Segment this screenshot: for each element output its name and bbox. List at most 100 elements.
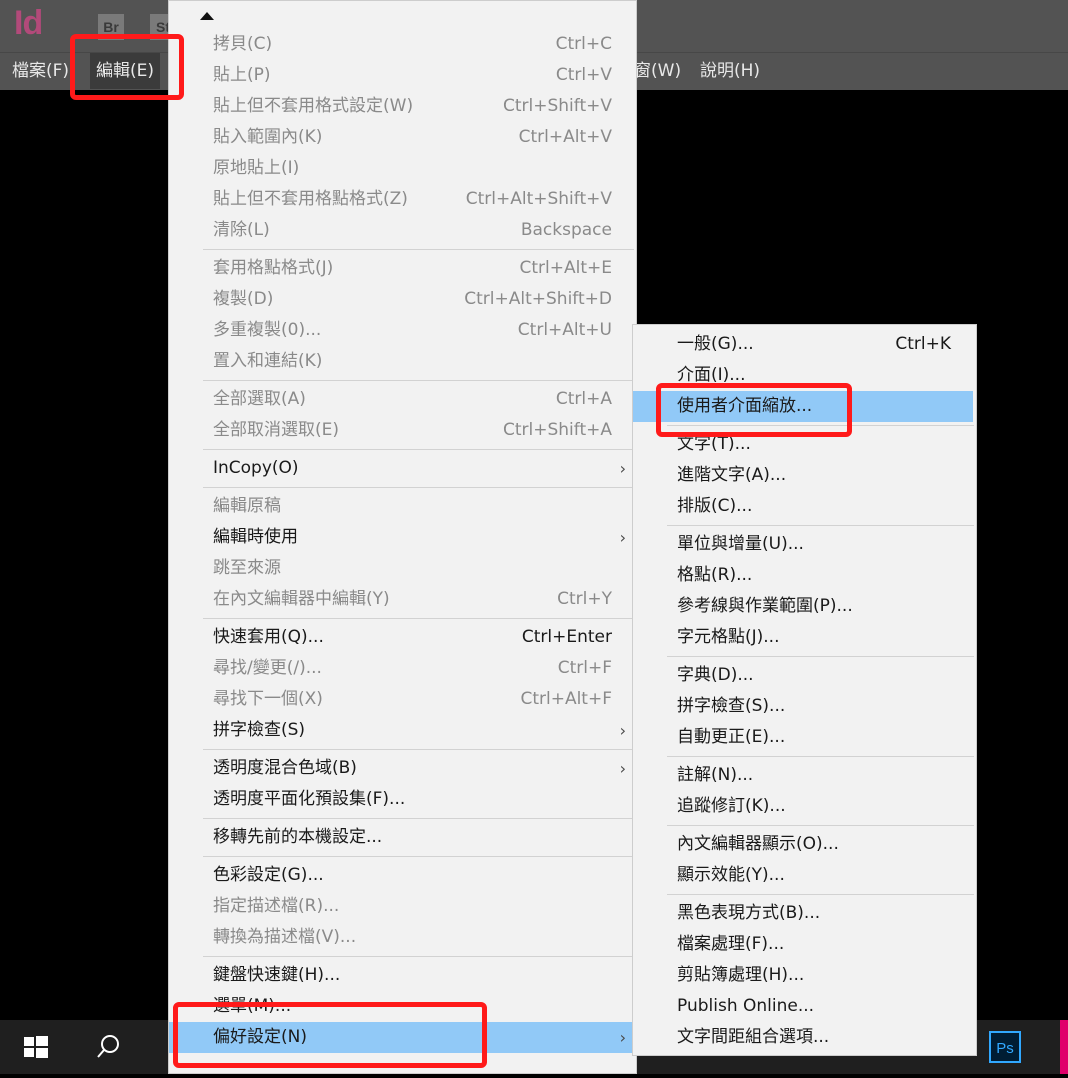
edit-menu-item[interactable]: 色彩設定(G)... [169,860,636,891]
edit-menu-item[interactable]: 透明度混合色域(B) › [169,753,636,784]
menu-item-label: 內文編輯器顯示(O)... [677,834,839,854]
menu-item-label: 全部選取(A) [213,389,306,409]
preferences-menu-item[interactable]: Publish Online... [633,991,973,1022]
edit-menu-item[interactable]: 清除(L) Backspace [169,215,636,246]
menu-item-shortcut: Ctrl+Alt+Shift+V [465,189,612,209]
menu-item-shortcut: Ctrl+Alt+F [520,689,612,709]
menu-item-label: Publish Online... [677,996,815,1016]
menu-item-label: InCopy(O) [213,458,299,478]
app-running-indicator [1060,1020,1068,1074]
menu-item-label: 字元格點(J)... [677,627,780,647]
menu-separator [203,380,634,381]
edit-menu-item[interactable]: 透明度平面化預設集(F)... [169,784,636,815]
chevron-right-icon: › [619,721,626,740]
menu-separator [203,618,634,619]
chevron-right-icon: › [619,528,626,547]
menu-item-label: 顯示效能(Y)... [677,865,785,885]
edit-menu-item[interactable]: InCopy(O) › [169,453,636,484]
menu-file[interactable]: 檔案(F) [6,53,75,89]
menu-separator [203,449,634,450]
menu-item-label: 色彩設定(G)... [213,865,324,885]
highlight-ui-scaling-item [656,383,852,437]
menu-item-label: 文字間距組合選項... [677,1027,830,1047]
menu-item-label: 剪貼簿處理(H)... [677,965,805,985]
preferences-menu-item[interactable]: 一般(G)... Ctrl+K [633,329,973,360]
menu-item-label: 註解(N)... [677,765,754,785]
edit-menu-item[interactable]: 置入和連結(K) [169,346,636,377]
menu-item-label: 在內文編輯器中編輯(Y) [213,589,390,609]
preferences-menu-item[interactable]: 檔案處理(F)... [633,929,973,960]
edit-menu-item[interactable]: 貼上(P) Ctrl+V [169,60,636,91]
edit-menu-item[interactable]: 貼上但不套用格式設定(W) Ctrl+Shift+V [169,91,636,122]
menu-item-label: 貼上(P) [213,65,271,85]
menu-item-label: 跳至來源 [213,558,281,578]
highlight-preferences-item [173,1002,487,1068]
edit-menu-item[interactable]: 拼字檢查(S) › [169,715,636,746]
preferences-menu-item[interactable]: 註解(N)... [633,760,973,791]
edit-menu-item[interactable]: 移轉先前的本機設定... [169,822,636,853]
menu-separator [667,756,974,757]
edit-menu-item[interactable]: 快速套用(Q)... Ctrl+Enter [169,622,636,653]
preferences-menu-item[interactable]: 剪貼簿處理(H)... [633,960,973,991]
edit-menu-item[interactable]: 編輯時使用 › [169,522,636,553]
edit-menu-item[interactable]: 跳至來源 [169,553,636,584]
preferences-menu-item[interactable]: 字元格點(J)... [633,622,973,653]
edit-menu-item[interactable]: 貼上但不套用格點格式(Z) Ctrl+Alt+Shift+V [169,184,636,215]
menu-item-label: 多重複製(0)... [213,320,322,340]
menu-item-label: 追蹤修訂(K)... [677,796,786,816]
photoshop-label: Ps [996,1040,1014,1057]
preferences-menu-item[interactable]: 內文編輯器顯示(O)... [633,829,973,860]
edit-menu-item[interactable]: 編輯原稿 [169,491,636,522]
preferences-menu-item[interactable]: 黑色表現方式(B)... [633,898,973,929]
menu-item-label: 移轉先前的本機設定... [213,827,383,847]
menu-item-label: 排版(C)... [677,496,753,516]
scroll-up-arrow-icon[interactable] [199,11,215,21]
edit-menu-item[interactable]: 貼入範圍內(K) Ctrl+Alt+V [169,122,636,153]
photoshop-icon[interactable]: Ps [984,1020,1028,1074]
menu-separator [203,956,634,957]
edit-menu-item[interactable]: 複製(D) Ctrl+Alt+Shift+D [169,284,636,315]
preferences-menu-item[interactable]: 排版(C)... [633,491,973,522]
menu-item-shortcut: Ctrl+Alt+E [519,258,613,278]
menu-item-label: 檔案處理(F)... [677,934,785,954]
preferences-menu-item[interactable]: 單位與增量(U)... [633,529,973,560]
menu-item-shortcut: Ctrl+Shift+A [502,420,612,440]
edit-menu-item[interactable]: 全部取消選取(E) Ctrl+Shift+A [169,415,636,446]
edit-menu-item[interactable]: 鍵盤快速鍵(H)... [169,960,636,991]
preferences-menu-item[interactable]: 文字間距組合選項... [633,1022,973,1053]
menu-item-shortcut: Ctrl+Shift+V [502,96,612,116]
edit-menu-item[interactable]: 全部選取(A) Ctrl+A [169,384,636,415]
menu-item-shortcut: Ctrl+C [555,34,612,54]
preferences-menu-item[interactable]: 參考線與作業範圍(P)... [633,591,973,622]
menu-item-label: 拼字檢查(S) [213,720,306,740]
edit-menu-item[interactable]: 尋找下一個(X) Ctrl+Alt+F [169,684,636,715]
preferences-menu-item[interactable]: 自動更正(E)... [633,722,973,753]
menu-item-label: 編輯原稿 [213,496,281,516]
preferences-menu-item[interactable]: 顯示效能(Y)... [633,860,973,891]
preferences-menu-item[interactable]: 字典(D)... [633,660,973,691]
menu-separator [667,525,974,526]
edit-menu-item[interactable]: 指定描述檔(R)... [169,891,636,922]
menu-item-label: 貼入範圍內(K) [213,127,323,147]
menu-item-label: 參考線與作業範圍(P)... [677,596,853,616]
edit-menu-item[interactable]: 在內文編輯器中編輯(Y) Ctrl+Y [169,584,636,615]
preferences-menu-item[interactable]: 格點(R)... [633,560,973,591]
menu-item-label: 編輯時使用 [213,527,298,547]
edit-menu-item[interactable]: 尋找/變更(/)... Ctrl+F [169,653,636,684]
menu-item-label: 自動更正(E)... [677,727,786,747]
windows-start-icon[interactable] [0,1020,72,1074]
menu-item-label: 透明度平面化預設集(F)... [213,789,406,809]
edit-menu-item[interactable]: 拷貝(C) Ctrl+C [169,29,636,60]
preferences-menu-item[interactable]: 進階文字(A)... [633,460,973,491]
edit-menu-item[interactable]: 轉換為描述檔(V)... [169,922,636,953]
menu-item-label: 尋找下一個(X) [213,689,323,709]
highlight-edit-menu [70,34,184,100]
edit-menu-item[interactable]: 多重複製(0)... Ctrl+Alt+U [169,315,636,346]
menu-item-shortcut: Ctrl+Alt+V [518,127,612,147]
preferences-menu-item[interactable]: 追蹤修訂(K)... [633,791,973,822]
search-icon[interactable] [72,1020,144,1074]
menu-help[interactable]: 說明(H) [694,53,766,89]
preferences-menu-item[interactable]: 拼字檢查(S)... [633,691,973,722]
edit-menu-item[interactable]: 套用格點格式(J) Ctrl+Alt+E [169,253,636,284]
edit-menu-item[interactable]: 原地貼上(I) [169,153,636,184]
